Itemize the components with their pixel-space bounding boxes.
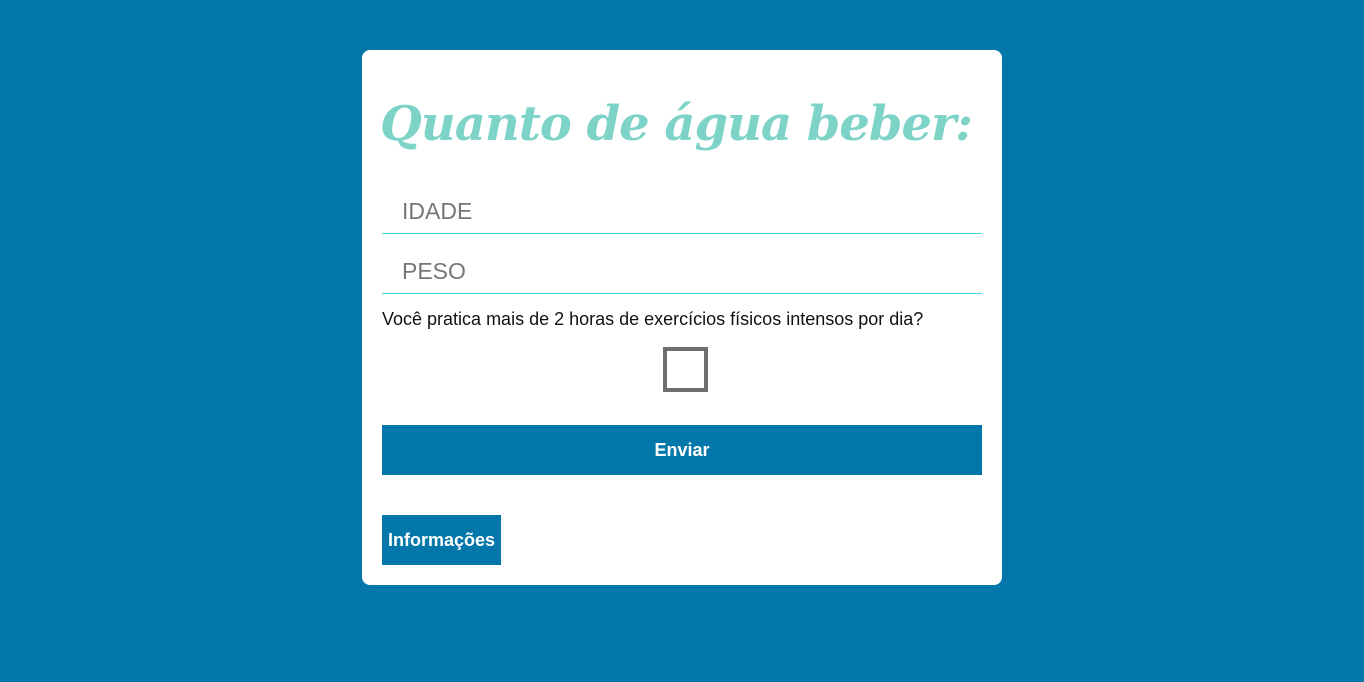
- page-title: Quanto de água beber:: [380, 96, 973, 152]
- submit-button[interactable]: Enviar: [382, 425, 982, 475]
- age-input[interactable]: [382, 190, 982, 234]
- weight-input[interactable]: [382, 250, 982, 294]
- exercise-question-label: Você pratica mais de 2 horas de exercíci…: [382, 309, 924, 329]
- info-button[interactable]: Informações: [382, 515, 501, 565]
- water-calculator-card: Quanto de água beber: Você pratica mais …: [362, 50, 1002, 585]
- exercise-checkbox[interactable]: [663, 347, 708, 392]
